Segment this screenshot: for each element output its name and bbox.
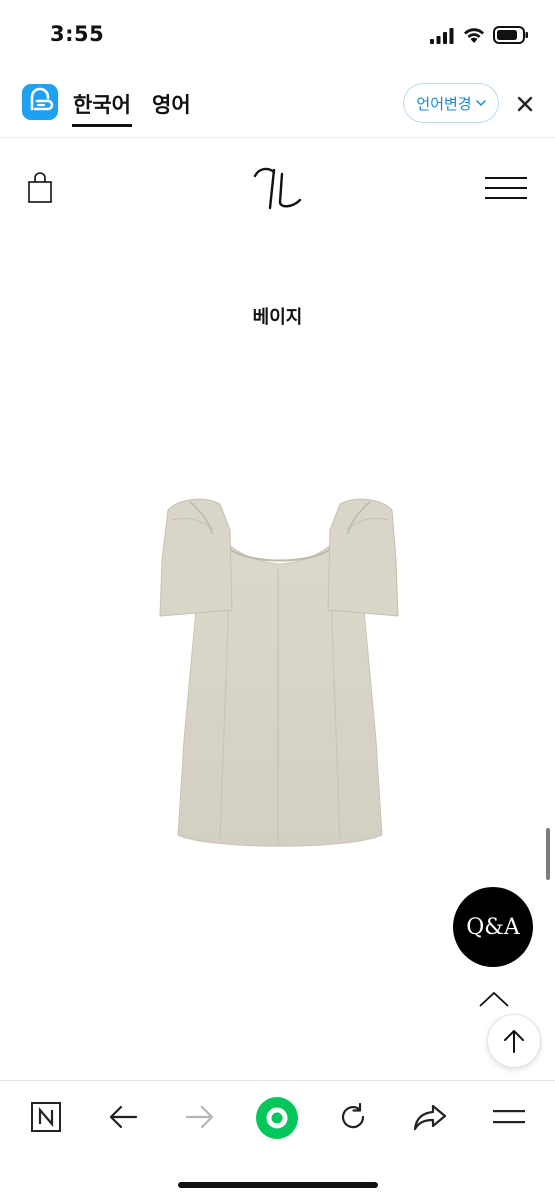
browser-bottom-bar	[0, 1080, 555, 1200]
site-header	[0, 139, 555, 239]
close-icon[interactable]	[515, 94, 535, 114]
home-indicator	[178, 1182, 378, 1188]
green-home-button[interactable]	[253, 1094, 301, 1142]
tab-korean[interactable]: 한국어	[73, 89, 131, 119]
share-button[interactable]	[408, 1097, 452, 1137]
forward-button[interactable]	[178, 1097, 222, 1137]
status-bar: 3:55	[0, 0, 555, 70]
reload-icon	[341, 1102, 365, 1129]
product-color-label: 베이지	[252, 307, 303, 328]
back-arrow-icon	[109, 1105, 138, 1129]
arrow-up-icon	[504, 1030, 524, 1053]
menu-icon	[493, 1110, 525, 1124]
scrollbar-thumb[interactable]	[546, 828, 550, 880]
share-icon	[413, 1104, 447, 1131]
translate-bar: 한국어 영어 언어변경	[0, 70, 555, 138]
brand-logo[interactable]	[250, 164, 304, 212]
hamburger-menu-icon[interactable]	[485, 177, 527, 201]
naver-home-button[interactable]	[24, 1097, 68, 1137]
translator-app-icon[interactable]	[22, 84, 58, 120]
back-button[interactable]	[101, 1097, 145, 1137]
product-image[interactable]	[150, 490, 410, 860]
tab-english[interactable]: 영어	[152, 89, 191, 119]
reload-button[interactable]	[331, 1097, 375, 1137]
wifi-icon	[464, 28, 484, 43]
browser-menu-button[interactable]	[487, 1097, 531, 1137]
naver-n-icon	[31, 1102, 61, 1132]
green-home-icon	[256, 1097, 298, 1139]
shopping-bag-icon[interactable]	[27, 172, 53, 204]
status-time: 3:55	[50, 22, 105, 46]
scroll-to-top-button[interactable]	[487, 1014, 541, 1068]
qa-button[interactable]: Q&A	[453, 887, 533, 967]
forward-arrow-icon	[185, 1105, 214, 1129]
chevron-up-icon[interactable]	[478, 990, 510, 1008]
change-language-button[interactable]: 언어변경	[403, 83, 499, 123]
chevron-down-icon	[475, 100, 486, 107]
cellular-signal-icon	[430, 28, 454, 44]
battery-icon	[493, 26, 528, 44]
active-tab-indicator	[72, 124, 132, 127]
change-language-label: 언어변경	[416, 94, 472, 113]
translator-logo-icon	[30, 87, 54, 111]
